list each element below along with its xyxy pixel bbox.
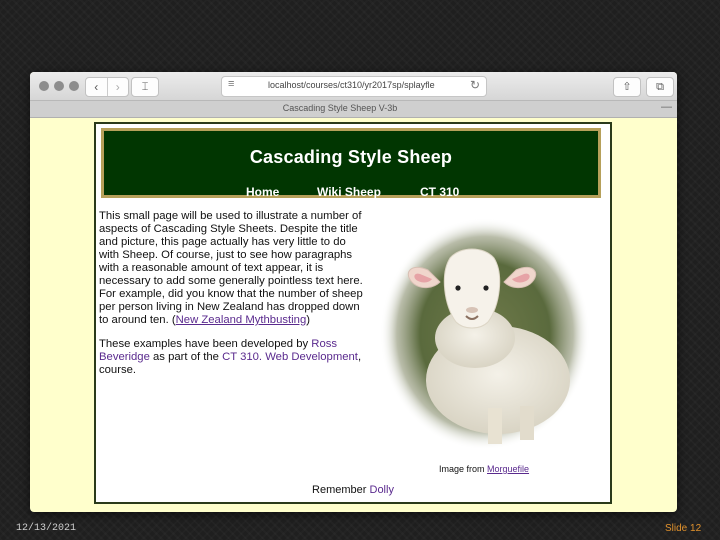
slide-number: Slide 12 [665,523,702,534]
show-tabs-icon[interactable]: ⧉ [646,77,674,97]
browser-window: ‹ › ⌶ ≡ localhost/courses/ct310/yr2017sp… [30,72,677,512]
credit-text: Image from [439,464,488,474]
morguefile-link[interactable]: Morguefile [487,464,529,474]
sheep-image [380,218,590,450]
intro-text: This small page will be used to illustra… [99,210,363,326]
history-nav: ‹ › [85,77,129,97]
web-page: Cascading Style Sheep Home Wiki Sheep CT… [94,122,612,504]
browser-toolbar: ‹ › ⌶ ≡ localhost/courses/ct310/yr2017sp… [30,72,677,101]
new-zealand-mythbusting-link[interactable]: New Zealand Mythbusting [176,314,307,326]
forward-icon[interactable]: › [106,78,129,96]
credits-mid: as part of the [149,351,223,363]
tab-bar: Cascading Style Sheep V-3b — [30,101,677,118]
intro-paragraph: This small page will be used to illustra… [99,210,363,327]
back-icon[interactable]: ‹ [86,78,107,96]
credits-paragraph: These examples have been developed by Ro… [99,338,363,377]
dolly-link[interactable]: Dolly [370,484,394,496]
reader-menu-icon[interactable]: ≡ [228,78,234,90]
nav-link-wiki-sheep[interactable]: Wiki Sheep [317,185,381,199]
page-body-text: This small page will be used to illustra… [99,210,363,388]
page-banner: Cascading Style Sheep Home Wiki Sheep CT… [101,128,601,199]
zoom-window-icon[interactable] [69,81,79,91]
page-title: Cascading Style Sheep [249,147,453,167]
image-credit: Image from Morguefile [439,464,529,474]
reload-icon[interactable]: ↻ [470,78,480,92]
page-footer: Remember Dolly [96,484,610,496]
nav-link-home[interactable]: Home [246,185,279,199]
address-bar[interactable]: ≡ localhost/courses/ct310/yr2017sp/splay… [221,76,487,97]
slide-date: 12/13/2021 [16,523,77,534]
url-text[interactable]: localhost/courses/ct310/yr2017sp/splayfl… [268,80,435,90]
minimize-window-icon[interactable] [54,81,64,91]
course-link[interactable]: CT 310. Web Development [222,351,358,363]
sidebar-icon[interactable]: ⌶ [131,77,159,97]
close-window-icon[interactable] [39,81,49,91]
nav-link-ct310[interactable]: CT 310 [420,185,459,199]
tab-title[interactable]: Cascading Style Sheep V-3b [30,103,650,113]
footer-text: Remember [312,484,370,496]
intro-end: ) [306,314,310,326]
credits-text: These examples have been developed by [99,338,312,350]
new-tab-icon[interactable]: — [661,101,672,113]
share-icon[interactable]: ⇧ [613,77,641,97]
